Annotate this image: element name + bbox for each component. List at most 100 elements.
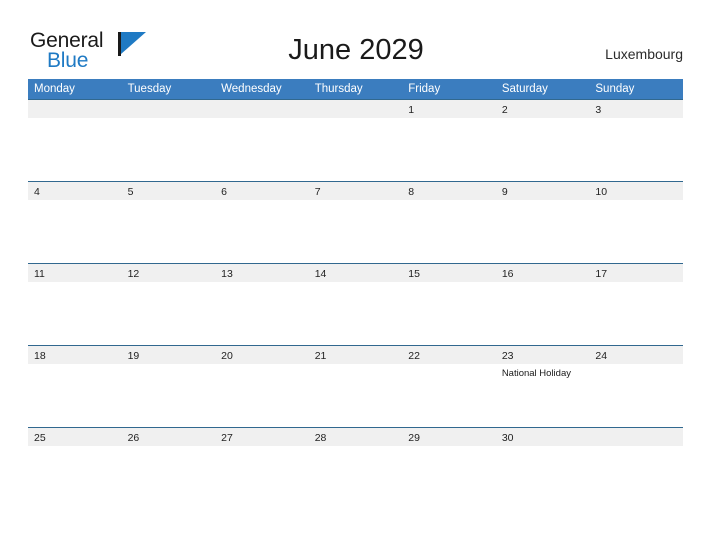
day-event: National Holiday bbox=[501, 368, 571, 379]
day-cell-national-holiday[interactable]: 23 National Holiday bbox=[495, 345, 590, 428]
day-number: 20 bbox=[215, 346, 309, 364]
day-number: 8 bbox=[402, 182, 496, 200]
day-cell[interactable] bbox=[308, 99, 403, 182]
day-number: 14 bbox=[308, 264, 403, 282]
day-event bbox=[309, 282, 403, 286]
day-cell[interactable]: 13 bbox=[215, 263, 309, 346]
day-event bbox=[122, 200, 216, 204]
day-cell[interactable]: 28 bbox=[308, 427, 403, 509]
day-cell[interactable]: 5 bbox=[121, 181, 216, 264]
day-cell[interactable]: 16 bbox=[495, 263, 590, 346]
day-cell[interactable]: 10 bbox=[589, 181, 683, 264]
day-cell[interactable]: 24 bbox=[589, 345, 683, 428]
day-number: 22 bbox=[402, 346, 496, 364]
calendar-table-wrapper: Monday Tuesday Wednesday Thursday Friday… bbox=[28, 79, 683, 509]
day-number: 5 bbox=[121, 182, 216, 200]
day-event bbox=[589, 200, 683, 204]
day-event bbox=[309, 200, 403, 204]
day-event bbox=[402, 282, 496, 286]
day-number: 27 bbox=[215, 428, 309, 446]
weekday-header-saturday: Saturday bbox=[495, 79, 590, 100]
day-cell[interactable]: 14 bbox=[308, 263, 403, 346]
day-cell[interactable]: 15 bbox=[402, 263, 496, 346]
calendar-page: General Blue June 2029 Luxembourg Monday… bbox=[0, 0, 712, 550]
weekday-header-sunday: Sunday bbox=[589, 79, 683, 100]
day-event bbox=[496, 446, 590, 450]
day-number: 16 bbox=[495, 264, 590, 282]
day-event bbox=[402, 118, 496, 122]
day-event bbox=[28, 364, 122, 368]
calendar-week-row: 1 2 3 bbox=[28, 99, 683, 182]
day-number bbox=[589, 428, 683, 446]
weekday-header-friday: Friday bbox=[402, 79, 496, 100]
day-cell[interactable]: 22 bbox=[402, 345, 496, 428]
region-label: Luxembourg bbox=[605, 46, 683, 62]
day-event bbox=[496, 282, 590, 286]
day-cell[interactable]: 20 bbox=[215, 345, 309, 428]
day-cell[interactable]: 1 bbox=[402, 99, 496, 182]
day-cell[interactable]: 26 bbox=[121, 427, 216, 509]
day-event bbox=[496, 118, 590, 122]
day-cell[interactable]: 7 bbox=[308, 181, 403, 264]
day-cell[interactable]: 25 bbox=[28, 427, 122, 509]
day-number: 6 bbox=[215, 182, 309, 200]
day-event bbox=[215, 446, 309, 450]
day-cell[interactable]: 17 bbox=[589, 263, 683, 346]
day-cell[interactable]: 4 bbox=[28, 181, 122, 264]
day-event bbox=[122, 118, 216, 122]
page-header: General Blue June 2029 Luxembourg bbox=[0, 0, 712, 79]
calendar-week-row: 4 5 6 7 8 9 10 bbox=[28, 181, 683, 264]
calendar-table: Monday Tuesday Wednesday Thursday Friday… bbox=[28, 79, 683, 509]
day-event bbox=[215, 364, 309, 368]
day-event bbox=[122, 282, 216, 286]
day-cell[interactable]: 3 bbox=[589, 99, 683, 182]
day-number bbox=[121, 100, 216, 118]
calendar-header-row: Monday Tuesday Wednesday Thursday Friday… bbox=[28, 79, 683, 100]
day-cell[interactable] bbox=[589, 427, 683, 509]
day-number: 2 bbox=[495, 100, 590, 118]
day-cell[interactable]: 11 bbox=[28, 263, 122, 346]
day-event bbox=[589, 364, 683, 368]
day-cell[interactable]: 2 bbox=[495, 99, 590, 182]
day-event bbox=[28, 446, 122, 450]
day-event bbox=[28, 282, 122, 286]
day-cell[interactable]: 9 bbox=[495, 181, 590, 264]
day-event bbox=[402, 446, 496, 450]
day-number: 15 bbox=[402, 264, 496, 282]
day-number: 24 bbox=[589, 346, 683, 364]
day-cell[interactable]: 8 bbox=[402, 181, 496, 264]
day-event bbox=[589, 446, 683, 450]
day-cell[interactable]: 19 bbox=[121, 345, 216, 428]
day-event bbox=[402, 200, 496, 204]
day-cell[interactable]: 21 bbox=[308, 345, 403, 428]
day-cell[interactable]: 30 bbox=[495, 427, 590, 509]
day-number bbox=[215, 100, 309, 118]
day-number bbox=[28, 100, 122, 118]
day-cell[interactable] bbox=[215, 99, 309, 182]
weekday-header-thursday: Thursday bbox=[308, 79, 403, 100]
weekday-header-tuesday: Tuesday bbox=[121, 79, 216, 100]
day-number: 19 bbox=[121, 346, 216, 364]
calendar-body: 1 2 3 4 5 6 7 8 9 10 11 12 13 14 15 16 1… bbox=[28, 99, 683, 509]
day-cell[interactable] bbox=[28, 99, 122, 182]
calendar-week-row: 11 12 13 14 15 16 17 bbox=[28, 263, 683, 346]
weekday-header-wednesday: Wednesday bbox=[215, 79, 309, 100]
day-event bbox=[589, 282, 683, 286]
day-cell[interactable]: 12 bbox=[121, 263, 216, 346]
day-number: 18 bbox=[28, 346, 122, 364]
day-event bbox=[122, 446, 216, 450]
day-cell[interactable]: 27 bbox=[215, 427, 309, 509]
day-cell[interactable]: 6 bbox=[215, 181, 309, 264]
day-number: 29 bbox=[402, 428, 496, 446]
day-number: 13 bbox=[215, 264, 309, 282]
day-event bbox=[309, 446, 403, 450]
day-cell[interactable]: 29 bbox=[402, 427, 496, 509]
day-number: 25 bbox=[28, 428, 122, 446]
day-event bbox=[496, 200, 590, 204]
day-event bbox=[28, 118, 122, 122]
day-event bbox=[309, 364, 403, 368]
day-number: 23 bbox=[495, 346, 590, 364]
day-cell[interactable] bbox=[121, 99, 216, 182]
day-number: 28 bbox=[308, 428, 403, 446]
day-cell[interactable]: 18 bbox=[28, 345, 122, 428]
